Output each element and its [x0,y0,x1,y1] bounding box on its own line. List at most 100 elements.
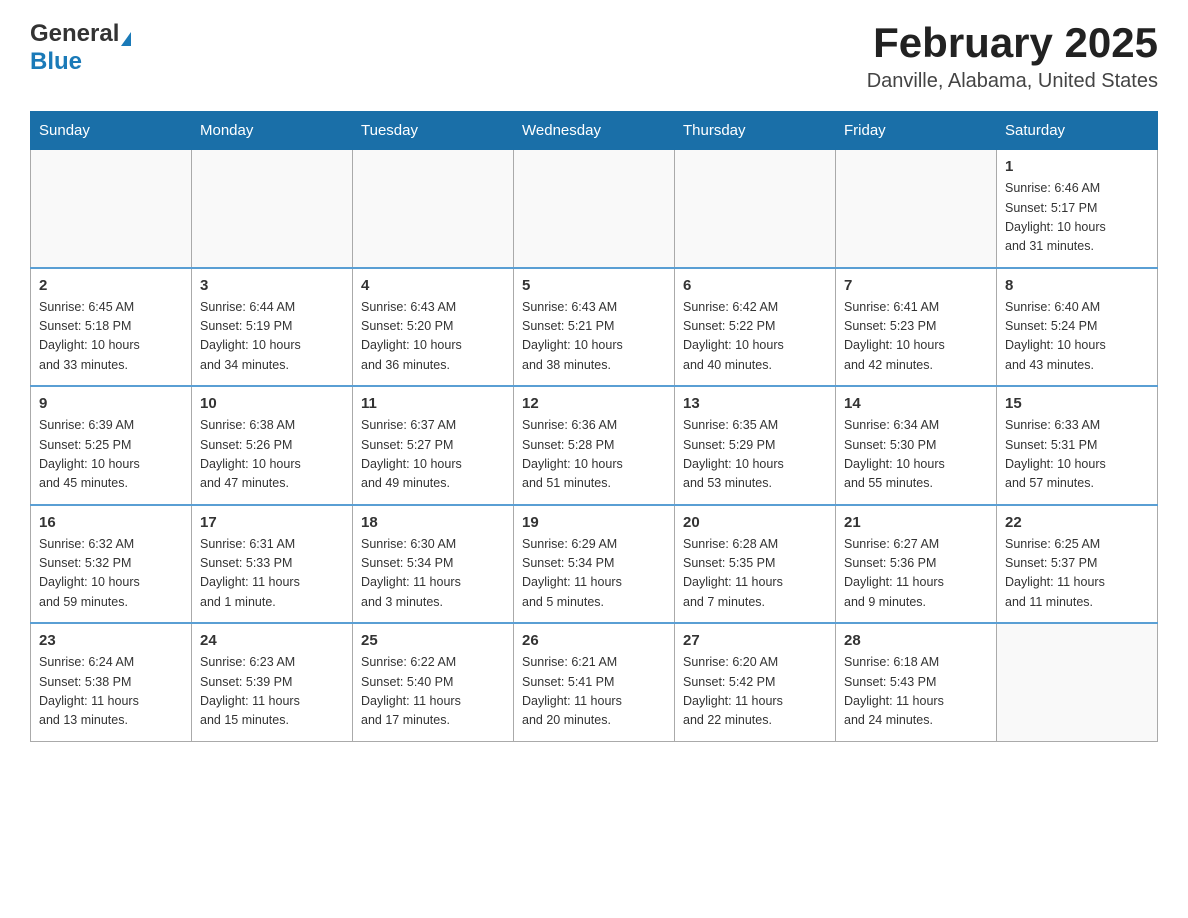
day-info: Sunrise: 6:25 AM Sunset: 5:37 PM Dayligh… [1005,535,1149,613]
day-info: Sunrise: 6:31 AM Sunset: 5:33 PM Dayligh… [200,535,344,613]
calendar-week-row: 2Sunrise: 6:45 AM Sunset: 5:18 PM Daylig… [31,268,1158,387]
logo-blue-text: Blue [30,48,82,75]
calendar-day-cell: 17 Sunrise: 6:31 AM Sunset: 5:33 PM Dayli… [192,505,353,624]
day-info: Sunrise: 6:18 AM Sunset: 5:43 PM Dayligh… [844,653,988,731]
day-info: Sunrise: 6:35 AM Sunset: 5:29 PM Dayligh… [683,416,827,494]
day-number: 12 [522,395,666,412]
day-number: 16 [39,514,183,531]
calendar-day-cell: 20Sunrise: 6:28 AM Sunset: 5:35 PM Dayli… [675,505,836,624]
day-number: 15 [1005,395,1149,412]
day-number: 14 [844,395,988,412]
day-number: 1 [1005,158,1149,175]
day-of-week-header: Friday [836,112,997,150]
calendar-day-cell: 25 Sunrise: 6:22 AM Sunset: 5:40 PM Dayli… [353,623,514,741]
day-info: Sunrise: 6:45 AM Sunset: 5:18 PM Dayligh… [39,298,183,376]
day-info: Sunrise: 6:46 AM Sunset: 5:17 PM Dayligh… [1005,179,1149,257]
day-info: Sunrise: 6:42 AM Sunset: 5:22 PM Dayligh… [683,298,827,376]
day-number: 11 [361,395,505,412]
day-info: Sunrise: 6:21 AM Sunset: 5:41 PM Dayligh… [522,653,666,731]
day-info: Sunrise: 6:33 AM Sunset: 5:31 PM Dayligh… [1005,416,1149,494]
calendar-day-cell: 7Sunrise: 6:41 AM Sunset: 5:23 PM Daylig… [836,268,997,387]
day-info: Sunrise: 6:30 AM Sunset: 5:34 PM Dayligh… [361,535,505,613]
calendar-day-cell: 16 Sunrise: 6:32 AM Sunset: 5:32 PM Dayli… [31,505,192,624]
day-info: Sunrise: 6:29 AM Sunset: 5:34 PM Dayligh… [522,535,666,613]
day-number: 18 [361,514,505,531]
day-number: 23 [39,632,183,649]
calendar-day-cell: 4Sunrise: 6:43 AM Sunset: 5:20 PM Daylig… [353,268,514,387]
calendar-day-cell: 3 Sunrise: 6:44 AM Sunset: 5:19 PM Daylig… [192,268,353,387]
calendar-day-cell: 23 Sunrise: 6:24 AM Sunset: 5:38 PM Dayli… [31,623,192,741]
day-info: Sunrise: 6:39 AM Sunset: 5:25 PM Dayligh… [39,416,183,494]
day-number: 13 [683,395,827,412]
location-title: Danville, Alabama, United States [867,70,1158,93]
day-info: Sunrise: 6:23 AM Sunset: 5:39 PM Dayligh… [200,653,344,731]
day-info: Sunrise: 6:27 AM Sunset: 5:36 PM Dayligh… [844,535,988,613]
day-info: Sunrise: 6:38 AM Sunset: 5:26 PM Dayligh… [200,416,344,494]
calendar-day-cell [514,150,675,268]
calendar-day-cell: 27 Sunrise: 6:20 AM Sunset: 5:42 PM Dayli… [675,623,836,741]
day-of-week-header: Sunday [31,112,192,150]
calendar-day-cell: 13 Sunrise: 6:35 AM Sunset: 5:29 PM Dayli… [675,386,836,505]
day-info: Sunrise: 6:24 AM Sunset: 5:38 PM Dayligh… [39,653,183,731]
day-of-week-header: Thursday [675,112,836,150]
day-number: 22 [1005,514,1149,531]
calendar-day-cell: 14 Sunrise: 6:34 AM Sunset: 5:30 PM Dayli… [836,386,997,505]
day-number: 24 [200,632,344,649]
day-number: 27 [683,632,827,649]
day-number: 6 [683,277,827,294]
calendar-week-row: 16 Sunrise: 6:32 AM Sunset: 5:32 PM Dayli… [31,505,1158,624]
day-number: 3 [200,277,344,294]
calendar-day-cell: 10 Sunrise: 6:38 AM Sunset: 5:26 PM Dayli… [192,386,353,505]
calendar-header-row: SundayMondayTuesdayWednesdayThursdayFrid… [31,112,1158,150]
day-number: 8 [1005,277,1149,294]
day-number: 26 [522,632,666,649]
calendar-day-cell: 28 Sunrise: 6:18 AM Sunset: 5:43 PM Dayli… [836,623,997,741]
day-info: Sunrise: 6:20 AM Sunset: 5:42 PM Dayligh… [683,653,827,731]
calendar-day-cell: 6 Sunrise: 6:42 AM Sunset: 5:22 PM Daylig… [675,268,836,387]
day-info: Sunrise: 6:37 AM Sunset: 5:27 PM Dayligh… [361,416,505,494]
calendar-day-cell [192,150,353,268]
calendar-day-cell: 24 Sunrise: 6:23 AM Sunset: 5:39 PM Dayli… [192,623,353,741]
calendar-day-cell: 15 Sunrise: 6:33 AM Sunset: 5:31 PM Dayli… [997,386,1158,505]
day-info: Sunrise: 6:43 AM Sunset: 5:21 PM Dayligh… [522,298,666,376]
calendar-week-row: 1 Sunrise: 6:46 AM Sunset: 5:17 PM Daylig… [31,150,1158,268]
calendar-day-cell [31,150,192,268]
calendar-day-cell [997,623,1158,741]
day-of-week-header: Tuesday [353,112,514,150]
calendar-day-cell: 11 Sunrise: 6:37 AM Sunset: 5:27 PM Dayli… [353,386,514,505]
day-number: 10 [200,395,344,412]
day-info: Sunrise: 6:34 AM Sunset: 5:30 PM Dayligh… [844,416,988,494]
calendar-day-cell [675,150,836,268]
day-number: 17 [200,514,344,531]
calendar-day-cell: 9Sunrise: 6:39 AM Sunset: 5:25 PM Daylig… [31,386,192,505]
calendar-day-cell: 2Sunrise: 6:45 AM Sunset: 5:18 PM Daylig… [31,268,192,387]
month-title: February 2025 [867,20,1158,66]
calendar-day-cell: 19 Sunrise: 6:29 AM Sunset: 5:34 PM Dayli… [514,505,675,624]
calendar-day-cell [836,150,997,268]
day-number: 25 [361,632,505,649]
day-info: Sunrise: 6:40 AM Sunset: 5:24 PM Dayligh… [1005,298,1149,376]
calendar-day-cell: 18 Sunrise: 6:30 AM Sunset: 5:34 PM Dayli… [353,505,514,624]
day-info: Sunrise: 6:28 AM Sunset: 5:35 PM Dayligh… [683,535,827,613]
calendar-day-cell: 26 Sunrise: 6:21 AM Sunset: 5:41 PM Dayli… [514,623,675,741]
day-of-week-header: Wednesday [514,112,675,150]
day-of-week-header: Monday [192,112,353,150]
calendar-week-row: 23 Sunrise: 6:24 AM Sunset: 5:38 PM Dayli… [31,623,1158,741]
calendar-week-row: 9Sunrise: 6:39 AM Sunset: 5:25 PM Daylig… [31,386,1158,505]
calendar-day-cell: 1 Sunrise: 6:46 AM Sunset: 5:17 PM Daylig… [997,150,1158,268]
logo: General Blue [30,20,131,76]
calendar-day-cell: 8 Sunrise: 6:40 AM Sunset: 5:24 PM Daylig… [997,268,1158,387]
logo-general-text: General [30,20,119,48]
day-number: 19 [522,514,666,531]
day-info: Sunrise: 6:22 AM Sunset: 5:40 PM Dayligh… [361,653,505,731]
title-block: February 2025 Danville, Alabama, United … [867,20,1158,93]
page-header: General Blue February 2025 Danville, Ala… [30,20,1158,93]
calendar-day-cell: 22 Sunrise: 6:25 AM Sunset: 5:37 PM Dayli… [997,505,1158,624]
calendar-day-cell: 21Sunrise: 6:27 AM Sunset: 5:36 PM Dayli… [836,505,997,624]
day-of-week-header: Saturday [997,112,1158,150]
day-number: 28 [844,632,988,649]
day-info: Sunrise: 6:32 AM Sunset: 5:32 PM Dayligh… [39,535,183,613]
day-info: Sunrise: 6:44 AM Sunset: 5:19 PM Dayligh… [200,298,344,376]
day-info: Sunrise: 6:36 AM Sunset: 5:28 PM Dayligh… [522,416,666,494]
calendar-day-cell: 5Sunrise: 6:43 AM Sunset: 5:21 PM Daylig… [514,268,675,387]
